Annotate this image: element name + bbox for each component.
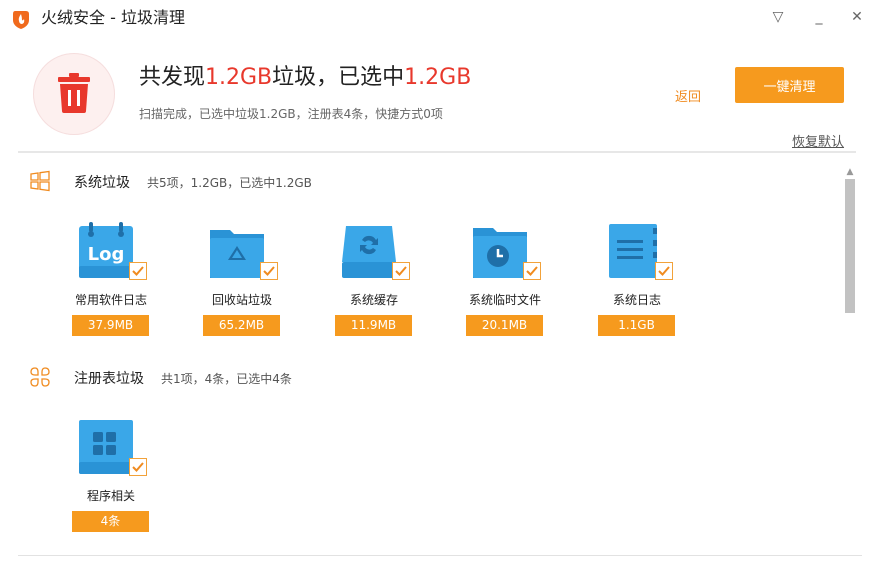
section-title-registry-junk: 注册表垃圾 [74, 371, 144, 387]
trash-badge [33, 53, 115, 135]
item-checkbox[interactable] [523, 262, 541, 280]
headline-prefix: 共发现 [139, 65, 206, 90]
close-icon[interactable]: ✕ [846, 6, 868, 28]
item-size-badge: 37.9MB [72, 315, 149, 336]
window-title: 火绒安全 - 垃圾清理 [41, 8, 185, 27]
dropdown-menu-icon[interactable]: ▽ [767, 6, 789, 28]
item-size-badge: 1.1GB [598, 315, 675, 336]
svg-text:Log: Log [88, 244, 125, 265]
item-system-cache[interactable]: 系统缓存 11.9MB [305, 222, 425, 342]
item-recycle-bin[interactable]: 回收站垃圾 65.2MB [173, 222, 293, 342]
item-temp-files[interactable]: 系统临时文件 20.1MB [436, 222, 556, 342]
windows-icon [29, 170, 51, 192]
item-label: 系统临时文件 [468, 293, 541, 307]
item-software-log[interactable]: Log 常用软件日志 37.9MB [42, 222, 162, 342]
scroll-up-arrow-icon[interactable]: ▲ [843, 166, 857, 178]
section-meta-system-junk: 共5项，1.2GB，已选中1.2GB [147, 176, 312, 190]
item-label: 系统缓存 [349, 293, 398, 307]
item-checkbox[interactable] [129, 458, 147, 476]
item-label: 程序相关 [86, 489, 135, 503]
item-size-badge: 20.1MB [466, 315, 543, 336]
item-label: 常用软件日志 [74, 293, 147, 307]
scrollbar-thumb[interactable] [845, 179, 855, 313]
item-checkbox[interactable] [392, 262, 410, 280]
section-title-system-junk: 系统垃圾 [74, 175, 130, 191]
footer-divider [18, 555, 862, 556]
headline-middle: 垃圾，已选中 [272, 65, 405, 90]
found-size: 1.2GB [205, 65, 273, 90]
scan-result-headline: 共发现1.2GB垃圾，已选中1.2GB [139, 63, 471, 93]
scan-result-details: 扫描完成，已选中垃圾1.2GB，注册表4条，快捷方式0项 [139, 107, 443, 121]
section-meta-registry-junk: 共1项，4条，已选中4条 [161, 372, 292, 386]
trash-icon [58, 73, 90, 113]
item-label: 回收站垃圾 [211, 293, 272, 307]
app-logo-icon [10, 8, 32, 30]
item-size-badge: 4条 [72, 511, 149, 532]
back-link[interactable]: 返回 [675, 86, 701, 105]
item-system-log[interactable]: 系统日志 1.1GB [568, 222, 688, 342]
restore-default-link[interactable]: 恢复默认 [792, 131, 844, 150]
item-checkbox[interactable] [260, 262, 278, 280]
registry-icon [29, 366, 51, 388]
item-program-related[interactable]: 程序相关 4条 [42, 418, 162, 538]
item-label: 系统日志 [612, 293, 661, 307]
header-divider [18, 151, 856, 153]
minimize-icon[interactable]: _ [808, 6, 830, 28]
item-size-badge: 65.2MB [203, 315, 280, 336]
one-click-clean-button[interactable]: 一键清理 [735, 67, 844, 103]
item-checkbox[interactable] [129, 262, 147, 280]
item-size-badge: 11.9MB [335, 315, 412, 336]
selected-size: 1.2GB [404, 65, 472, 90]
item-checkbox[interactable] [655, 262, 673, 280]
